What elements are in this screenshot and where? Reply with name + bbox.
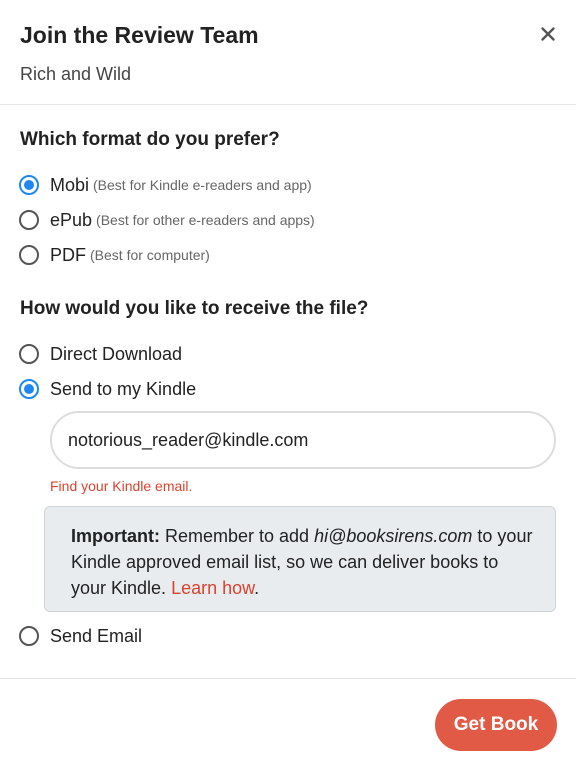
modal-header: Join the Review Team Rich and Wild (0, 0, 576, 105)
delivery-label: Send to my Kindle (50, 379, 197, 399)
format-label: PDF (50, 245, 86, 265)
format-hint: (Best for computer) (90, 247, 210, 263)
radio-pdf[interactable] (19, 245, 39, 265)
radio-mobi[interactable] (19, 175, 39, 195)
delivery-label: Send Email (50, 626, 143, 646)
format-option-mobi[interactable]: Mobi (Best for Kindle e-readers and app) (19, 173, 312, 197)
format-option-pdf[interactable]: PDF (Best for computer) (19, 243, 210, 267)
radio-send-to-kindle[interactable] (19, 379, 39, 399)
close-icon (541, 27, 555, 41)
format-option-epub[interactable]: ePub (Best for other e-readers and apps) (19, 208, 315, 232)
format-heading: Which format do you prefer? (20, 129, 280, 150)
radio-direct-download[interactable] (19, 344, 39, 364)
footer-divider (0, 678, 576, 679)
delivery-option-email[interactable]: Send Email (19, 624, 142, 648)
notice-end: . (254, 578, 260, 598)
format-label: Mobi (50, 175, 90, 195)
radio-epub[interactable] (19, 210, 39, 230)
notice-email: hi@booksirens.com (314, 526, 473, 546)
format-hint: (Best for Kindle e-readers and app) (93, 177, 312, 193)
important-notice: Important: Remember to add hi@booksirens… (44, 506, 556, 612)
delivery-option-kindle[interactable]: Send to my Kindle (19, 377, 196, 401)
notice-strong: Important: (71, 526, 160, 546)
review-team-modal: Join the Review Team Rich and Wild Which… (0, 0, 576, 771)
format-hint: (Best for other e-readers and apps) (96, 212, 315, 228)
find-kindle-email-link[interactable]: Find your Kindle email. (50, 476, 192, 496)
kindle-email-input[interactable] (50, 411, 556, 469)
book-title: Rich and Wild (20, 64, 132, 84)
get-book-button[interactable]: Get Book (435, 699, 557, 751)
notice-text: Remember to add (160, 526, 315, 546)
radio-send-email[interactable] (19, 626, 39, 646)
delivery-label: Direct Download (50, 344, 183, 364)
delivery-heading: How would you like to receive the file? (20, 298, 369, 319)
learn-how-link[interactable]: Learn how (171, 578, 254, 598)
format-label: ePub (50, 210, 93, 230)
close-button[interactable] (536, 22, 560, 46)
modal-title: Join the Review Team (20, 22, 259, 48)
delivery-option-download[interactable]: Direct Download (19, 342, 182, 366)
